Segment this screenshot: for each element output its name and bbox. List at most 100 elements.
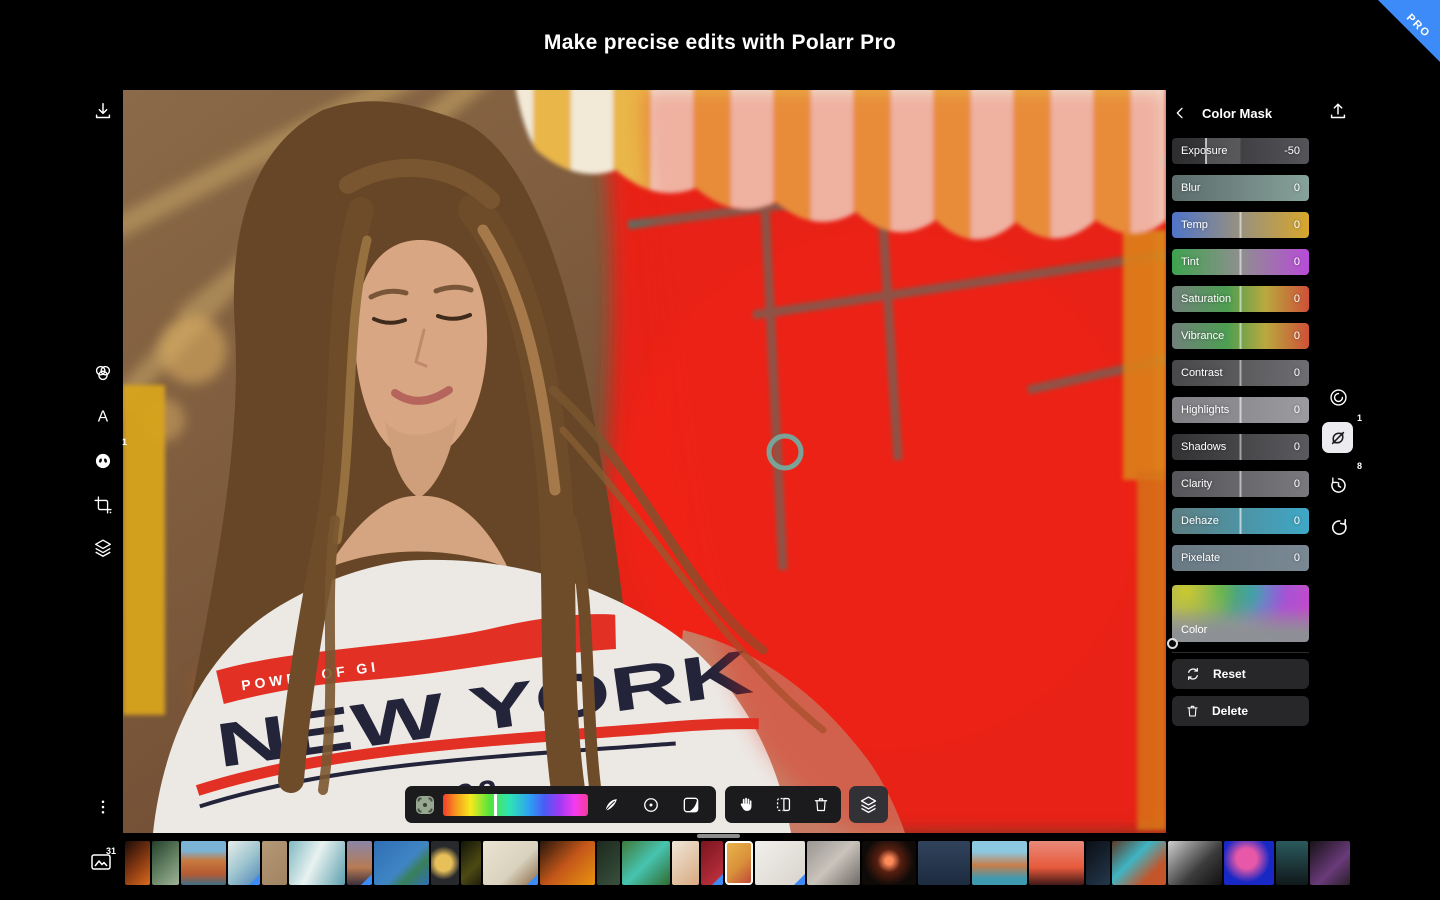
pro-corner-badge: [249, 874, 260, 885]
more-menu-icon: [94, 796, 112, 818]
filmstrip-resize-handle[interactable]: [697, 834, 740, 838]
color-picker-handle[interactable]: [1167, 638, 1178, 649]
download-button[interactable]: [86, 95, 120, 129]
thumbnail-sunset-silhouette[interactable]: [1029, 841, 1084, 885]
slider-dehaze[interactable]: Dehaze0: [1172, 508, 1309, 534]
layers-button[interactable]: [86, 531, 120, 565]
slider-label: Pixelate: [1181, 552, 1220, 564]
slider-temp[interactable]: Temp0: [1172, 212, 1309, 238]
reset-label: Reset: [1213, 667, 1246, 681]
brush-mask-icon: [1328, 428, 1348, 448]
thumbnail-sand-texture[interactable]: [262, 841, 287, 885]
share-button[interactable]: [1321, 95, 1355, 129]
thumbnail-green-statue[interactable]: [152, 841, 179, 885]
thumbnail-palms-dusk[interactable]: [347, 841, 372, 885]
trash-icon: [1185, 703, 1200, 719]
thumbnail-purple-blooms[interactable]: [1310, 841, 1350, 885]
history-button[interactable]: 8: [1321, 468, 1355, 502]
slider-clarity[interactable]: Clarity0: [1172, 471, 1309, 497]
slider-shadows[interactable]: Shadows0: [1172, 434, 1309, 460]
thumbnail-storm-sea[interactable]: [918, 841, 970, 885]
thumbnail-night-castle[interactable]: [1276, 841, 1308, 885]
slider-highlights[interactable]: Highlights0: [1172, 397, 1309, 423]
slider-value: 0: [1294, 367, 1300, 379]
slider-value: 0: [1294, 330, 1300, 342]
thumbnail-embers[interactable]: [540, 841, 595, 885]
yellow-pole: [123, 385, 165, 715]
thumbnail-canal-buildings[interactable]: [181, 841, 226, 885]
slider-label: Blur: [1181, 182, 1201, 194]
slider-pixelate[interactable]: Pixelate 0: [1172, 545, 1309, 571]
hue-slider-indicator[interactable]: [494, 794, 497, 816]
slider-value: 0: [1294, 404, 1300, 416]
color-target-swatch[interactable]: [413, 793, 437, 817]
thumbnail-fire-palms[interactable]: [125, 841, 150, 885]
slider-contrast[interactable]: Contrast0: [1172, 360, 1309, 386]
thumbnail-island-aerial[interactable]: [374, 841, 429, 885]
delete-mask-button[interactable]: [804, 795, 838, 814]
crop-button[interactable]: [86, 488, 120, 522]
thumbnail-forest-river[interactable]: [622, 841, 670, 885]
redo-button[interactable]: [1321, 510, 1355, 544]
thumbnail-list: [125, 841, 1350, 885]
adjustments-button[interactable]: [86, 356, 120, 390]
thumbnail-deer[interactable]: [483, 841, 538, 885]
face-edit-button[interactable]: 1: [86, 444, 120, 478]
thumbnail-havana-street[interactable]: [972, 841, 1027, 885]
slider-vibrance[interactable]: Vibrance0: [1172, 323, 1309, 349]
color-picker-box[interactable]: Color: [1172, 585, 1309, 642]
slider-value: 0: [1294, 478, 1300, 490]
slider-exposure[interactable]: Exposure-50: [1172, 138, 1309, 164]
pro-corner-badge: [527, 874, 538, 885]
slider-label: Shadows: [1181, 441, 1226, 453]
layers-panel-button[interactable]: [849, 786, 888, 823]
thumbnail-bride[interactable]: [755, 841, 805, 885]
radial-brush-icon: [641, 795, 661, 815]
slider-label: Exposure: [1181, 145, 1227, 157]
thumbnail-dark-window[interactable]: [597, 841, 620, 885]
thumbnail-cafe-woman-current[interactable]: [725, 841, 753, 885]
invert-mask-button[interactable]: [674, 795, 708, 815]
radial-mask-button[interactable]: [1321, 380, 1355, 414]
hue-range-slider[interactable]: [443, 794, 588, 816]
thumbnail-surfer-dark[interactable]: [1086, 841, 1110, 885]
thumbnail-red-portrait[interactable]: [701, 841, 723, 885]
thumbnail-jellyfish[interactable]: [1224, 841, 1274, 885]
compare-before-after-button[interactable]: [766, 795, 800, 814]
thumbnail-woman-room[interactable]: [807, 841, 860, 885]
share-icon: [1327, 101, 1349, 123]
thumbnail-surf-aerial[interactable]: [228, 841, 260, 885]
page-title: Make precise edits with Polarr Pro: [0, 31, 1440, 55]
pro-corner-badge: [794, 874, 805, 885]
feather-brush-button[interactable]: [594, 795, 628, 815]
radial-brush-button[interactable]: [634, 795, 668, 815]
reset-icon: [1185, 666, 1201, 682]
panel-title: Color Mask: [1202, 106, 1272, 121]
thumbnail-dried-flowers[interactable]: [672, 841, 699, 885]
slider-saturation[interactable]: Saturation0: [1172, 286, 1309, 312]
adjustments-icon: [92, 362, 114, 384]
thumbnail-food-plate[interactable]: [431, 841, 459, 885]
thumbnail-ocean-wave[interactable]: [289, 841, 345, 885]
filmstrip: 31: [0, 841, 1440, 885]
thumbnail-dark-blooms[interactable]: [461, 841, 481, 885]
slider-value: 0: [1294, 552, 1300, 564]
more-menu-button[interactable]: [86, 790, 120, 824]
slider-label: Temp: [1181, 219, 1208, 231]
face-edit-badge: 1: [122, 437, 127, 447]
brush-mask-tool-active[interactable]: 1: [1322, 422, 1353, 453]
thumbnail-eclipse[interactable]: [862, 841, 916, 885]
slider-tint[interactable]: Tint0: [1172, 249, 1309, 275]
slider-value: 0: [1294, 515, 1300, 527]
text-tool-button[interactable]: A: [86, 400, 120, 434]
back-chevron-icon[interactable]: [1172, 104, 1188, 122]
thumbnail-bw-tower[interactable]: [1168, 841, 1222, 885]
reset-button[interactable]: Reset: [1172, 659, 1309, 689]
delete-button[interactable]: Delete: [1172, 696, 1309, 726]
photo-canvas[interactable]: POWER OF GI NEW YORK 1998: [123, 90, 1166, 833]
slider-blur[interactable]: Blur0: [1172, 175, 1309, 201]
mask-toolbar: [405, 786, 716, 823]
thumbnail-headwrap-woman[interactable]: [1112, 841, 1166, 885]
hand-pan-button[interactable]: [729, 795, 763, 814]
panel-divider: [1172, 652, 1309, 653]
